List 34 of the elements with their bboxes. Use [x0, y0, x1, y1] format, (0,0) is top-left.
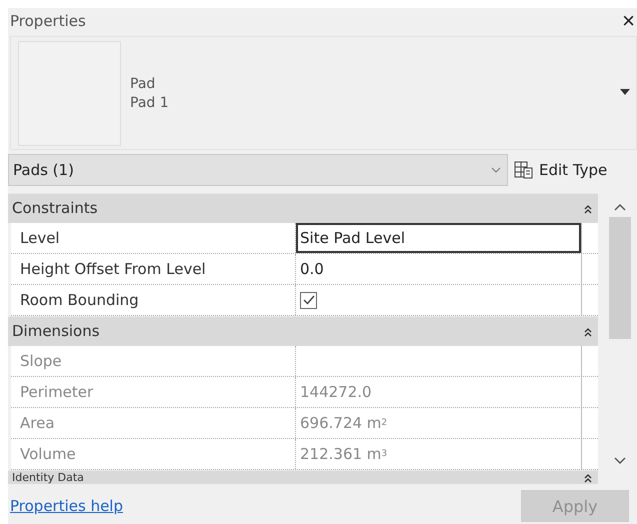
property-name: Volume [11, 439, 296, 469]
chevron-down-icon [491, 167, 501, 173]
type-name: Pad 1 [130, 94, 169, 110]
table-icon [514, 161, 534, 179]
section-header[interactable]: Constraints [8, 193, 598, 223]
dropdown-icon[interactable] [620, 89, 630, 95]
help-link[interactable]: Properties help [10, 497, 123, 515]
collapse-icon[interactable] [584, 204, 592, 214]
checkmark-icon [302, 295, 314, 305]
scrollbar-thumb[interactable] [609, 217, 631, 339]
scroll-down-icon[interactable] [614, 457, 626, 465]
property-name: Room Bounding [11, 285, 296, 315]
property-value[interactable]: Site Pad Level [296, 223, 581, 253]
panel-title: Properties [10, 12, 86, 30]
property-name: Height Offset From Level [11, 254, 296, 284]
section-header[interactable]: Identity Data [8, 470, 598, 484]
scroll-up-icon[interactable] [614, 203, 626, 211]
type-preview[interactable]: Pad Pad 1 [10, 36, 637, 150]
section-header[interactable]: Dimensions [8, 316, 598, 346]
property-value: 696.724 m$^{2}$ [296, 408, 581, 438]
property-name: Area [11, 408, 296, 438]
type-name: Pad [130, 76, 156, 92]
collapse-icon[interactable] [584, 472, 592, 482]
collapse-icon[interactable] [584, 326, 592, 336]
close-button[interactable]: × [620, 10, 637, 32]
property-value: 144272.0 [296, 377, 581, 407]
type-selector[interactable]: Pads (1) [8, 154, 508, 186]
property-value: 212.361 m$^{3}$ [296, 439, 581, 469]
property-name: Slope [11, 346, 296, 376]
property-name: Perimeter [11, 377, 296, 407]
checkbox[interactable] [300, 292, 317, 308]
property-name: Level [11, 223, 296, 253]
property-value[interactable]: 0.0 [296, 254, 581, 284]
edit-type-button[interactable]: Edit Type [512, 161, 610, 179]
